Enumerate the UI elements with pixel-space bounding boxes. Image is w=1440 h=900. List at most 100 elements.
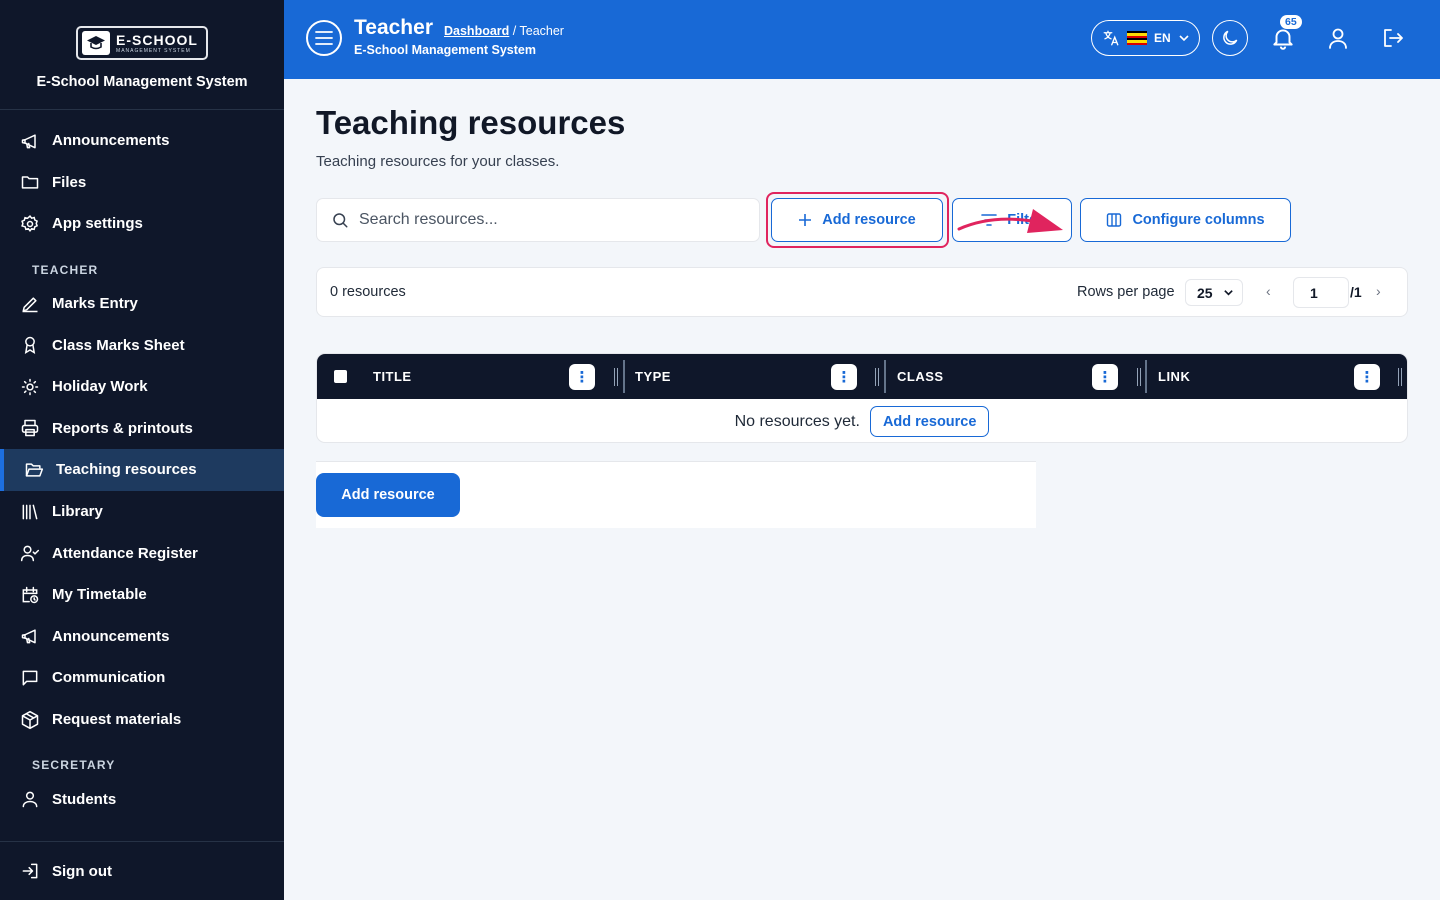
brand: E-SCHOOL MANAGEMENT SYSTEM E-School Mana… bbox=[0, 0, 284, 110]
chevron-down-icon bbox=[1224, 290, 1233, 296]
sidebar-item-label: Students bbox=[52, 790, 117, 808]
sign-out-label: Sign out bbox=[52, 862, 112, 880]
sidebar-item-request-materials[interactable]: Request materials bbox=[0, 699, 284, 741]
sidebar-item-label: Teaching resources bbox=[56, 461, 197, 479]
sidebar-item-holiday-work[interactable]: Holiday Work bbox=[0, 366, 284, 408]
section-teacher: TEACHER bbox=[32, 262, 99, 277]
resource-count: 0 resources bbox=[330, 284, 406, 300]
breadcrumb-dashboard-link[interactable]: Dashboard bbox=[444, 24, 509, 38]
sidebar-item-label: Reports & printouts bbox=[52, 419, 193, 437]
page-number-value: 1 bbox=[1310, 284, 1318, 301]
sidebar-item-communication[interactable]: Communication bbox=[0, 657, 284, 699]
sidebar-item-label: Attendance Register bbox=[52, 544, 198, 562]
logo-subtext: MANAGEMENT SYSTEM bbox=[116, 47, 191, 54]
sidebar-item-label: Announcements bbox=[52, 627, 170, 645]
rows-per-page-select[interactable]: 25 bbox=[1185, 279, 1243, 306]
breadcrumb: Dashboard / Teacher bbox=[444, 24, 564, 38]
search-icon bbox=[333, 213, 348, 228]
add-resource-button[interactable]: Add resource bbox=[771, 198, 943, 242]
megaphone-icon bbox=[21, 629, 36, 644]
empty-add-resource-button[interactable]: Add resource bbox=[869, 406, 990, 437]
folder-icon bbox=[21, 176, 39, 189]
user-icon bbox=[22, 791, 38, 808]
filter-lines-icon bbox=[981, 214, 998, 226]
chevron-right-icon[interactable]: › bbox=[1376, 283, 1381, 299]
plus-icon bbox=[799, 214, 812, 226]
sidebar-item-students[interactable]: Students bbox=[0, 778, 284, 820]
column-header-title[interactable]: TITLE bbox=[373, 369, 412, 384]
column-divider bbox=[623, 360, 625, 393]
column-menu-icon[interactable]: ⋮ bbox=[1092, 364, 1118, 390]
chevron-down-icon bbox=[1179, 35, 1189, 42]
sidebar-item-marks-entry[interactable]: Marks Entry bbox=[0, 283, 284, 325]
rows-per-page-value: 25 bbox=[1197, 284, 1213, 301]
sidebar-item-label: Library bbox=[52, 503, 103, 521]
column-header-link[interactable]: LINK bbox=[1158, 369, 1190, 384]
sidebar-item-announcements[interactable]: Announcements bbox=[0, 120, 284, 162]
page-number-input[interactable]: 1 bbox=[1293, 277, 1349, 308]
sidebar-item-label: App settings bbox=[52, 215, 143, 233]
chevron-left-icon[interactable]: ‹ bbox=[1266, 283, 1271, 299]
primary-add-resource-button[interactable]: Add resource bbox=[316, 473, 460, 517]
sidebar-item-files[interactable]: Files bbox=[0, 162, 284, 204]
sidebar-item-label: Marks Entry bbox=[52, 295, 138, 313]
pagination-bar: 0 resources Rows per page 25 ‹ 1 /1 › bbox=[316, 267, 1408, 317]
empty-state: No resources yet. Add resource bbox=[317, 399, 1407, 442]
message-square-icon bbox=[22, 670, 38, 686]
page-subtitle: Teaching resources for your classes. bbox=[316, 153, 560, 170]
language-selector[interactable]: EN bbox=[1091, 20, 1200, 56]
sidebar-item-label: Announcements bbox=[52, 132, 170, 150]
sidebar-item-announcements-teacher[interactable]: Announcements bbox=[0, 616, 284, 658]
sidebar-item-attendance-register[interactable]: Attendance Register bbox=[0, 532, 284, 574]
topbar: Teacher Dashboard / Teacher E-School Man… bbox=[284, 0, 1440, 79]
notification-badge: 65 bbox=[1280, 15, 1302, 29]
breadcrumb-current: Teacher bbox=[519, 24, 564, 38]
logout-icon[interactable] bbox=[1381, 26, 1405, 50]
column-divider bbox=[884, 360, 886, 393]
column-menu-icon[interactable]: ⋮ bbox=[569, 364, 595, 390]
column-resize-handle[interactable] bbox=[1137, 368, 1141, 386]
sidebar-item-app-settings[interactable]: App settings bbox=[0, 203, 284, 245]
section-secretary: SECRETARY bbox=[32, 758, 116, 773]
search-input[interactable] bbox=[359, 211, 739, 229]
app-logo[interactable]: E-SCHOOL MANAGEMENT SYSTEM bbox=[76, 26, 208, 60]
filter-button[interactable]: Filter bbox=[952, 198, 1072, 242]
sidebar-item-reports-printouts[interactable]: Reports & printouts bbox=[0, 408, 284, 450]
search-box bbox=[316, 198, 760, 242]
graduation-cap-icon bbox=[82, 31, 111, 55]
select-all-checkbox[interactable] bbox=[334, 370, 347, 383]
breadcrumb-separator: / bbox=[509, 24, 520, 38]
column-menu-icon[interactable]: ⋮ bbox=[1354, 364, 1380, 390]
language-code: EN bbox=[1154, 31, 1171, 45]
sidebar-item-my-timetable[interactable]: My Timetable bbox=[0, 574, 284, 616]
empty-state-text: No resources yet. bbox=[734, 412, 860, 430]
add-resource-label: Add resource bbox=[822, 212, 916, 228]
column-resize-handle[interactable] bbox=[875, 368, 879, 386]
resources-table: TITLE ⋮ TYPE ⋮ CLASS ⋮ LINK ⋮ No resourc… bbox=[316, 353, 1408, 443]
sidebar-nav: Announcements Files App settings TEACHER… bbox=[0, 110, 284, 820]
theme-toggle-button[interactable] bbox=[1212, 20, 1248, 56]
configure-columns-label: Configure columns bbox=[1132, 212, 1265, 228]
sidebar-item-label: Files bbox=[52, 173, 87, 191]
sidebar-item-class-marks-sheet[interactable]: Class Marks Sheet bbox=[0, 324, 284, 366]
column-resize-handle[interactable] bbox=[1398, 368, 1402, 386]
sidebar-item-label: Holiday Work bbox=[52, 378, 148, 396]
configure-columns-button[interactable]: Configure columns bbox=[1080, 198, 1291, 242]
user-profile-icon[interactable] bbox=[1326, 26, 1350, 50]
gear-icon bbox=[21, 214, 39, 232]
column-menu-icon[interactable]: ⋮ bbox=[831, 364, 857, 390]
menu-toggle-button[interactable] bbox=[306, 20, 342, 56]
column-resize-handle[interactable] bbox=[614, 368, 618, 386]
award-icon bbox=[24, 336, 36, 355]
column-header-class[interactable]: CLASS bbox=[897, 369, 944, 384]
sidebar-item-teaching-resources[interactable]: Teaching resources bbox=[0, 449, 284, 491]
printer-icon bbox=[21, 420, 39, 437]
table-header: TITLE ⋮ TYPE ⋮ CLASS ⋮ LINK ⋮ bbox=[317, 354, 1407, 399]
sidebar-item-library[interactable]: Library bbox=[0, 491, 284, 533]
sidebar-item-label: Request materials bbox=[52, 711, 182, 729]
column-header-type[interactable]: TYPE bbox=[635, 369, 671, 384]
calendar-clock-icon bbox=[22, 586, 39, 603]
page-title: Teaching resources bbox=[316, 104, 626, 141]
sign-out-button[interactable]: Sign out bbox=[0, 841, 284, 900]
hamburger-icon bbox=[315, 31, 333, 45]
